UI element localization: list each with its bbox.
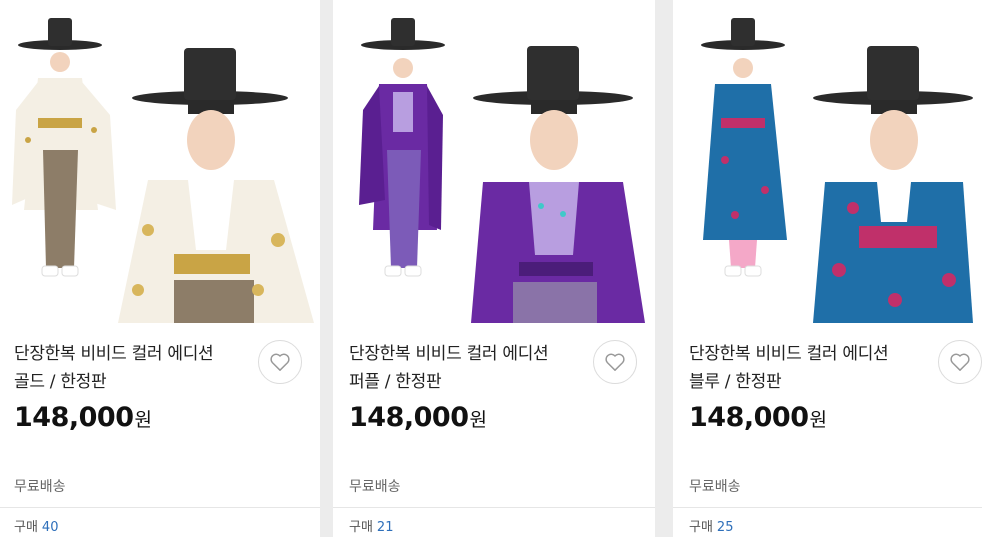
price-currency: 원 [134,409,152,431]
product-card[interactable]: 단장한복 비비드 컬러 에디션 골드 / 한정판 148,000원 무료배송 구… [0,0,320,537]
product-title-line2[interactable]: 골드 / 한정판 [14,368,249,396]
price-currency: 원 [469,409,487,431]
shipping-label: 무료배송 [689,479,741,495]
product-image[interactable] [0,0,320,323]
product-card[interactable]: 단장한복 비비드 컬러 에디션 퍼플 / 한정판 148,000원 무료배송 구… [333,0,655,537]
divider [333,507,655,508]
doll-large-figure [118,48,314,323]
purchase-count-value: 21 [376,520,394,535]
divider [673,507,982,508]
doll-small-figure [359,18,445,277]
product-card[interactable]: 단장한복 비비드 컬러 에디션 블루 / 한정판 148,000원 무료배송 구… [673,0,982,537]
product-title-line1[interactable]: 단장한복 비비드 컬러 에디션 [349,340,584,368]
product-title[interactable]: 단장한복 비비드 컬러 에디션 골드 / 한정판 [14,340,249,396]
product-title-line1[interactable]: 단장한복 비비드 컬러 에디션 [689,340,924,368]
price-value: 148,000 [14,402,134,433]
divider [0,507,320,508]
purchase-count-value: 25 [716,520,734,535]
wishlist-button[interactable] [593,340,637,384]
price-value: 148,000 [689,402,809,433]
price-currency: 원 [809,409,827,431]
purchase-count-value: 40 [41,520,59,535]
product-price: 148,000원 [349,402,487,433]
doll-large-figure [471,46,645,323]
heart-icon [605,353,625,371]
heart-icon [270,353,290,371]
wishlist-button[interactable] [938,340,982,384]
wishlist-button[interactable] [258,340,302,384]
price-value: 148,000 [349,402,469,433]
product-image[interactable] [333,0,655,323]
purchase-count: 구매 25 [689,516,733,535]
product-title[interactable]: 단장한복 비비드 컬러 에디션 퍼플 / 한정판 [349,340,584,396]
shipping-label: 무료배송 [14,479,66,495]
product-title-line2[interactable]: 퍼플 / 한정판 [349,368,584,396]
product-price: 148,000원 [14,402,152,433]
heart-icon [950,353,970,371]
product-title-line2[interactable]: 블루 / 한정판 [689,368,924,396]
purchase-count: 구매 40 [14,516,58,535]
product-title[interactable]: 단장한복 비비드 컬러 에디션 블루 / 한정판 [689,340,924,396]
product-price: 148,000원 [689,402,827,433]
shipping-label: 무료배송 [349,479,401,495]
purchase-label: 구매 [14,520,38,535]
doll-large-figure [813,46,973,323]
doll-small-figure [701,18,787,277]
product-title-line1[interactable]: 단장한복 비비드 컬러 에디션 [14,340,249,368]
purchase-count: 구매 21 [349,516,393,535]
purchase-label: 구매 [689,520,713,535]
product-image[interactable] [673,0,982,323]
purchase-label: 구매 [349,520,373,535]
doll-small-figure [12,18,116,277]
